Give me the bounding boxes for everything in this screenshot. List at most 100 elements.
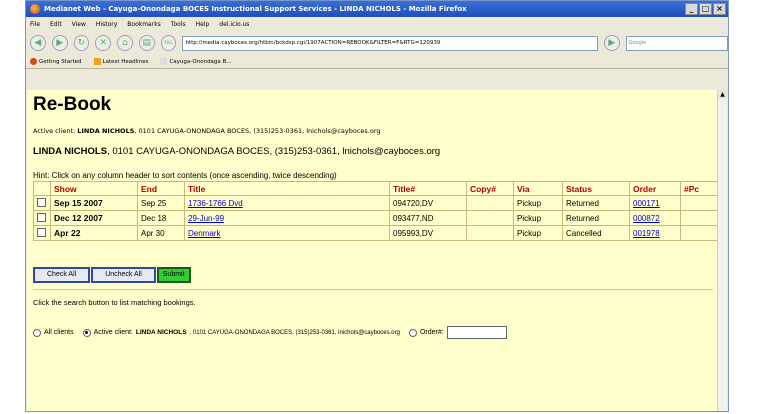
- row-checkbox[interactable]: [37, 197, 46, 207]
- cell-end: Sep 25: [137, 195, 185, 211]
- cell-show: Dec 12 2007: [50, 210, 138, 226]
- menu-file[interactable]: File: [30, 21, 40, 28]
- menu-edit[interactable]: Edit: [50, 21, 62, 28]
- title-bar: Medianet Web - Cayuga-Onondaga BOCES Ins…: [26, 1, 728, 17]
- active-client-summary: LINDA NICHOLS, 0101 CAYUGA-ONONDAGA BOCE…: [33, 146, 713, 157]
- vertical-scrollbar[interactable]: ▲: [717, 90, 727, 411]
- page-title: Re-Book: [33, 94, 112, 115]
- cell-copy: [466, 210, 514, 226]
- header-title-no[interactable]: Title#: [389, 181, 467, 196]
- cell-title-no: 093477,ND: [389, 210, 467, 226]
- search-input[interactable]: Google: [625, 35, 728, 51]
- order-link[interactable]: 000171: [633, 199, 660, 208]
- scroll-up-icon[interactable]: ▲: [718, 90, 727, 99]
- cell-end: Dec 18: [137, 210, 185, 226]
- menu-history[interactable]: History: [96, 21, 117, 28]
- go-icon[interactable]: ▶: [603, 35, 620, 51]
- header-order[interactable]: Order: [629, 181, 681, 196]
- radio-all-clients[interactable]: [33, 328, 41, 337]
- client-filter: All clients Active client: LINDA NICHOLS…: [33, 326, 713, 339]
- order-link[interactable]: 001978: [633, 229, 660, 238]
- window-title: Medianet Web - Cayuga-Onondaga BOCES Ins…: [44, 5, 467, 13]
- active-client-radio-label: Active client:: [93, 329, 133, 336]
- menu-bookmarks[interactable]: Bookmarks: [127, 21, 161, 28]
- header-via[interactable]: Via: [513, 181, 563, 196]
- action-buttons: Check All Uncheck All Submit: [33, 267, 713, 283]
- radio-client-details: , 0101 CAYUGA-ONONDAGA BOCES, (315)253-0…: [189, 329, 400, 336]
- cell-via: Pickup: [513, 195, 563, 211]
- cell-show: Apr 22: [50, 225, 138, 241]
- menu-delicious[interactable]: del.icio.us: [219, 21, 249, 28]
- window-controls: _ □ ×: [685, 3, 726, 15]
- cell-via: Pickup: [513, 210, 563, 226]
- bookmarks-toolbar: Getting Started Latest Headlines Cayuga-…: [26, 55, 728, 69]
- table-row: Apr 22 Apr 30 Denmark 095993,DV Pickup C…: [33, 225, 727, 241]
- browser-window: Medianet Web - Cayuga-Onondaga BOCES Ins…: [25, 0, 729, 412]
- home-icon[interactable]: ⌂: [117, 35, 133, 51]
- reload-icon[interactable]: ↻: [73, 35, 90, 51]
- bookmark-latest-headlines[interactable]: Latest Headlines: [93, 58, 148, 65]
- header-end[interactable]: End: [137, 181, 185, 196]
- title-link[interactable]: 29-Jun-99: [188, 214, 224, 223]
- tag-icon[interactable]: TAG: [160, 35, 177, 51]
- cell-via: Pickup: [513, 225, 563, 241]
- page-content: ▲ Re-Book Active client: LINDA NICHOLS, …: [27, 90, 727, 411]
- address-bar[interactable]: http://media.cayboces.org/htbin/bckdsp.c…: [182, 35, 598, 51]
- cell-status: Returned: [562, 195, 630, 211]
- bookmark-cayuga[interactable]: Cayuga-Onondaga B...: [160, 58, 232, 65]
- row-checkbox[interactable]: [37, 212, 46, 222]
- header-show[interactable]: Show: [50, 181, 138, 196]
- header-checkbox: [33, 181, 51, 196]
- menu-bar: File Edit View History Bookmarks Tools H…: [26, 17, 728, 31]
- cell-copy: [466, 195, 514, 211]
- search-instructions: Click the search button to list matching…: [33, 298, 196, 307]
- divider: [33, 289, 713, 290]
- header-status[interactable]: Status: [562, 181, 630, 196]
- close-button[interactable]: ×: [713, 3, 726, 15]
- bookings-table: Show End Title Title# Copy# Via Status O…: [33, 181, 727, 241]
- minimize-button[interactable]: _: [685, 3, 698, 15]
- table-row: Dec 12 2007 Dec 18 29-Jun-99 093477,ND P…: [33, 210, 727, 226]
- title-link[interactable]: Denmark: [188, 229, 220, 238]
- uncheck-all-button[interactable]: Uncheck All: [91, 267, 156, 283]
- cell-title-no: 095993,DV: [389, 225, 467, 241]
- active-client-label: Active client:: [33, 127, 76, 135]
- table-row: Sep 15 2007 Sep 25 1736-1766 Dvd 094720,…: [33, 195, 727, 211]
- cell-title-no: 094720,DV: [389, 195, 467, 211]
- radio-order[interactable]: [408, 328, 417, 337]
- active-client-details: , 0101 CAYUGA-ONONDAGA BOCES, (315)253-0…: [134, 127, 381, 135]
- firefox-bookmark-icon: [30, 58, 37, 65]
- bookmark-page-icon[interactable]: ▤: [138, 35, 155, 51]
- check-all-button[interactable]: Check All: [33, 267, 91, 283]
- title-link[interactable]: 1736-1766 Dvd: [188, 199, 243, 208]
- row-checkbox[interactable]: [37, 227, 46, 237]
- menu-tools[interactable]: Tools: [171, 21, 186, 28]
- header-copy[interactable]: Copy#: [466, 181, 514, 196]
- menu-view[interactable]: View: [72, 21, 86, 28]
- header-title[interactable]: Title: [184, 181, 390, 196]
- order-link[interactable]: 000872: [633, 214, 660, 223]
- table-header-row: Show End Title Title# Copy# Via Status O…: [33, 181, 727, 196]
- submit-button[interactable]: Submit: [156, 267, 191, 283]
- active-client-name: LINDA NICHOLS: [77, 127, 135, 135]
- active-client-line: Active client: LINDA NICHOLS, 0101 CAYUG…: [33, 127, 713, 135]
- cell-status: Cancelled: [562, 225, 630, 241]
- maximize-button[interactable]: □: [699, 3, 712, 15]
- radio-active-client[interactable]: [82, 328, 91, 337]
- rss-icon: [93, 58, 101, 65]
- order-number-input[interactable]: [446, 326, 507, 339]
- cell-show: Sep 15 2007: [50, 195, 138, 211]
- client-name: LINDA NICHOLS: [33, 146, 108, 157]
- menu-help[interactable]: Help: [196, 21, 210, 28]
- radio-client-name: LINDA NICHOLS: [135, 329, 187, 336]
- sort-hint: Hint: Click on any column header to sort…: [33, 171, 337, 180]
- stop-icon[interactable]: ✕: [95, 35, 112, 51]
- navigation-toolbar: ◀ ▶ ↻ ✕ ⌂ ▤ TAG http://media.cayboces.or…: [26, 31, 728, 55]
- all-clients-label: All clients: [44, 329, 74, 336]
- back-icon[interactable]: ◀: [30, 35, 46, 51]
- firefox-icon: [30, 4, 40, 14]
- bookmark-getting-started[interactable]: Getting Started: [30, 58, 82, 65]
- client-details: , 0101 CAYUGA-ONONDAGA BOCES, (315)253-0…: [107, 146, 441, 157]
- cell-copy: [466, 225, 514, 241]
- forward-icon[interactable]: ▶: [51, 35, 68, 51]
